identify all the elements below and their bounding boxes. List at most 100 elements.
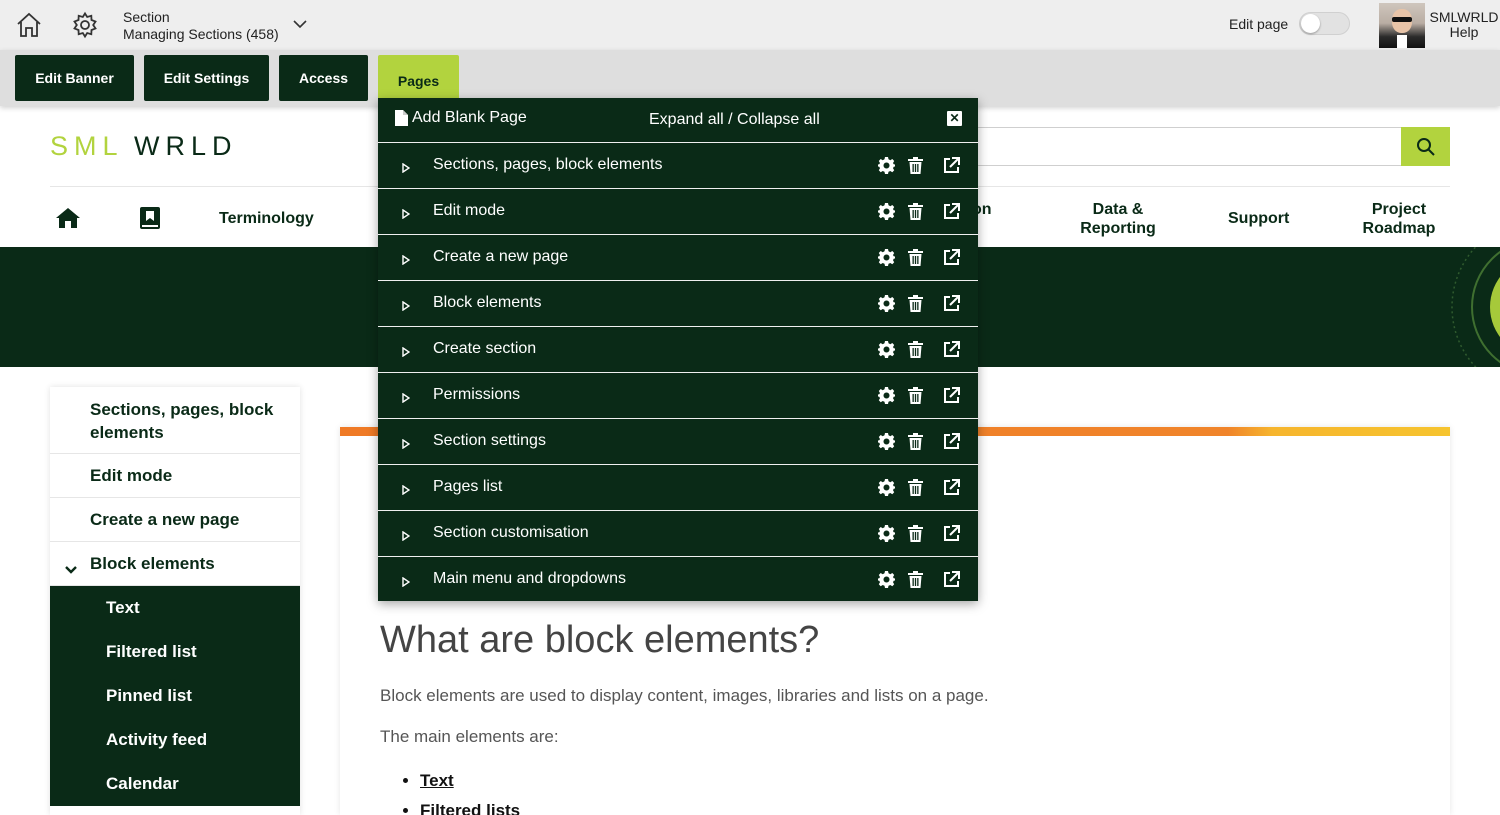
- access-button[interactable]: Access: [279, 55, 368, 101]
- external-link-icon[interactable]: [943, 157, 960, 174]
- caret-right-icon[interactable]: [402, 482, 411, 496]
- settings-gear-icon[interactable]: [878, 387, 895, 404]
- edit-settings-button[interactable]: Edit Settings: [144, 55, 269, 101]
- sidebar-item-edit-mode[interactable]: Edit mode: [50, 454, 300, 498]
- settings-gear-icon[interactable]: [878, 203, 895, 220]
- caret-right-icon[interactable]: [402, 390, 411, 404]
- pages-panel-row[interactable]: Create section: [378, 326, 978, 372]
- trash-icon[interactable]: [908, 203, 923, 220]
- pages-panel-row-label[interactable]: Sections, pages, block elements: [433, 156, 662, 174]
- external-link-icon[interactable]: [943, 571, 960, 588]
- sidebar-item-block-elements[interactable]: Block elements: [50, 542, 300, 586]
- close-icon[interactable]: ✕: [947, 111, 962, 126]
- elements-list-item-text[interactable]: Text: [420, 766, 520, 796]
- edit-banner-button[interactable]: Edit Banner: [15, 55, 134, 101]
- site-logo[interactable]: SML WRLD: [50, 131, 252, 161]
- caret-right-icon[interactable]: [402, 574, 411, 588]
- search-input[interactable]: [976, 127, 1402, 166]
- chevron-down-icon[interactable]: [290, 14, 310, 34]
- settings-gear-icon[interactable]: [878, 479, 895, 496]
- add-blank-page-button[interactable]: Add Blank Page: [395, 109, 527, 127]
- settings-gear-icon[interactable]: [878, 249, 895, 266]
- trash-icon[interactable]: [908, 571, 923, 588]
- sidebar-subitem-filtered-list[interactable]: Filtered list: [50, 630, 300, 674]
- trash-icon[interactable]: [908, 479, 923, 496]
- settings-gear-icon[interactable]: [878, 295, 895, 312]
- sidebar-subitem-activity-feed[interactable]: Activity feed: [50, 718, 300, 762]
- pages-panel-row[interactable]: Section customisation: [378, 510, 978, 556]
- caret-right-icon[interactable]: [402, 160, 411, 174]
- nav-project-roadmap[interactable]: Project Roadmap: [1352, 200, 1446, 238]
- settings-gear-icon[interactable]: [878, 525, 895, 542]
- settings-gear-icon[interactable]: [878, 433, 895, 450]
- add-blank-page-label: Add Blank Page: [412, 109, 527, 126]
- pages-panel-row[interactable]: Section settings: [378, 418, 978, 464]
- search-button[interactable]: [1401, 127, 1450, 166]
- trash-icon[interactable]: [908, 249, 923, 266]
- nav-support[interactable]: Support: [1228, 209, 1289, 228]
- pages-panel-row[interactable]: Block elements: [378, 280, 978, 326]
- external-link-icon[interactable]: [943, 295, 960, 312]
- pages-panel-row[interactable]: Permissions: [378, 372, 978, 418]
- pages-panel-row[interactable]: Create a new page: [378, 234, 978, 280]
- sidebar-subitem-pinned-list[interactable]: Pinned list: [50, 674, 300, 718]
- trash-icon[interactable]: [908, 295, 923, 312]
- pages-panel-row-label[interactable]: Create a new page: [433, 248, 568, 266]
- edit-page-label: Edit page: [1229, 16, 1289, 32]
- external-link-icon[interactable]: [943, 249, 960, 266]
- pages-panel-row[interactable]: Pages list: [378, 464, 978, 510]
- pages-panel-row[interactable]: Sections, pages, block elements: [378, 142, 978, 188]
- pages-panel-row[interactable]: Main menu and dropdowns: [378, 556, 978, 602]
- avatar[interactable]: [1379, 3, 1425, 48]
- pages-panel-row-label[interactable]: Section customisation: [433, 524, 589, 542]
- pages-panel-row-label[interactable]: Pages list: [433, 478, 502, 496]
- sidebar-item-create-page[interactable]: Create a new page: [50, 498, 300, 542]
- nav-data-reporting-line2: Reporting: [1080, 220, 1156, 237]
- settings-gear-icon[interactable]: [878, 571, 895, 588]
- trash-icon[interactable]: [908, 433, 923, 450]
- pages-panel-row-label[interactable]: Permissions: [433, 386, 520, 404]
- expand-collapse-all-button[interactable]: Expand all / Collapse all: [649, 111, 820, 129]
- external-link-icon[interactable]: [943, 433, 960, 450]
- sidebar-subitem-calendar[interactable]: Calendar: [50, 762, 300, 806]
- caret-right-icon[interactable]: [402, 436, 411, 450]
- external-link-icon[interactable]: [943, 387, 960, 404]
- trash-icon[interactable]: [908, 341, 923, 358]
- section-selector[interactable]: Section Managing Sections (458): [123, 9, 279, 43]
- nav-project-line2: Roadmap: [1362, 220, 1436, 237]
- nav-data-reporting[interactable]: Data & Reporting: [1070, 200, 1166, 238]
- settings-gear-icon[interactable]: [878, 341, 895, 358]
- section-name: Managing Sections (458): [123, 26, 279, 42]
- pages-panel-row-label[interactable]: Create section: [433, 340, 536, 358]
- caret-right-icon[interactable]: [402, 252, 411, 266]
- caret-right-icon[interactable]: [402, 298, 411, 312]
- trash-icon[interactable]: [908, 525, 923, 542]
- help-link[interactable]: Help: [1428, 25, 1500, 40]
- pages-panel-row[interactable]: Edit mode: [378, 188, 978, 234]
- edit-page-toggle[interactable]: [1299, 12, 1350, 35]
- home-icon[interactable]: [14, 10, 44, 40]
- caret-right-icon[interactable]: [402, 528, 411, 542]
- user-menu[interactable]: SMLWRLD Help: [1428, 10, 1500, 40]
- nav-bookmark-icon[interactable]: [139, 206, 165, 230]
- external-link-icon[interactable]: [943, 479, 960, 496]
- external-link-icon[interactable]: [943, 341, 960, 358]
- trash-icon[interactable]: [908, 387, 923, 404]
- elements-list-item-filtered[interactable]: Filtered lists: [420, 796, 520, 815]
- external-link-icon[interactable]: [943, 525, 960, 542]
- nav-terminology[interactable]: Terminology: [219, 209, 314, 228]
- pages-panel-row-label[interactable]: Block elements: [433, 294, 542, 312]
- pages-panel-row-label[interactable]: Edit mode: [433, 202, 505, 220]
- sidebar-item-sections[interactable]: Sections, pages, block elements: [50, 387, 300, 454]
- pages-panel-row-label[interactable]: Main menu and dropdowns: [433, 570, 626, 588]
- intro-paragraph: Block elements are used to display conte…: [380, 686, 989, 705]
- caret-right-icon[interactable]: [402, 344, 411, 358]
- nav-home-icon[interactable]: [55, 206, 81, 230]
- gear-icon[interactable]: [70, 10, 100, 40]
- caret-right-icon[interactable]: [402, 206, 411, 220]
- settings-gear-icon[interactable]: [878, 157, 895, 174]
- pages-panel-row-label[interactable]: Section settings: [433, 432, 546, 450]
- external-link-icon[interactable]: [943, 203, 960, 220]
- sidebar-subitem-text[interactable]: Text: [50, 586, 300, 630]
- trash-icon[interactable]: [908, 157, 923, 174]
